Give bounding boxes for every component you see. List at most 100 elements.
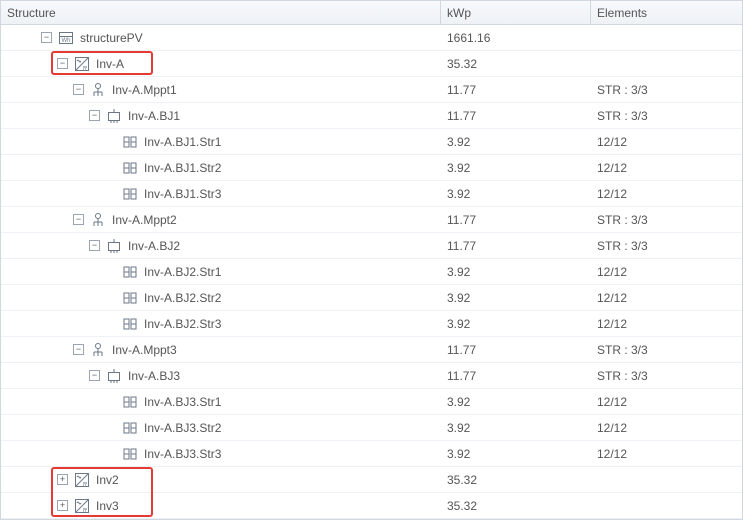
node-label: Inv-A.BJ1.Str2 (144, 155, 221, 180)
cell-structure: Inv-A.BJ3.Str3 (1, 441, 441, 466)
inverter-icon (74, 498, 90, 514)
svg-text:Wh: Wh (62, 38, 71, 44)
node-label: Inv2 (96, 467, 119, 492)
node-label: Inv-A.BJ3.Str1 (144, 389, 221, 414)
collapse-icon[interactable]: − (41, 32, 52, 43)
tree-grid: Structure kWp Elements −WhstructurePV166… (0, 0, 743, 520)
cell-kwp: 3.92 (441, 129, 591, 154)
cell-kwp: 11.77 (441, 77, 591, 102)
expander-spacer (105, 396, 116, 407)
cell-kwp: 35.32 (441, 51, 591, 76)
string-icon (122, 316, 138, 332)
node-label: Inv-A.BJ2.Str1 (144, 259, 221, 284)
tree-row[interactable]: Inv-A.BJ3.Str23.9212/12 (1, 415, 742, 441)
node-label: Inv-A.Mppt2 (112, 207, 177, 232)
string-icon (122, 290, 138, 306)
inverter-icon (74, 56, 90, 72)
node-label: Inv-A.BJ2.Str2 (144, 285, 221, 310)
cell-structure: − Inv-A.BJ1 (1, 103, 441, 128)
cell-elements: 12/12 (591, 259, 742, 284)
tree-row[interactable]: + Inv2 35.32 (1, 467, 742, 493)
cell-kwp: 3.92 (441, 155, 591, 180)
expander-spacer (105, 448, 116, 459)
tree-row[interactable]: −Inv-A.BJ311.77STR : 3/3 (1, 363, 742, 389)
cell-structure: − Inv-A.Mppt2 (1, 207, 441, 232)
tree-row[interactable]: Inv-A.BJ2.Str2 3.9212/12 (1, 285, 742, 311)
collapse-icon[interactable]: − (89, 370, 100, 381)
collapse-icon[interactable]: − (73, 344, 84, 355)
cell-structure: Inv-A.BJ2.Str3 (1, 311, 441, 336)
tree-row[interactable]: − Inv-A.BJ1 11.77STR : 3/3 (1, 103, 742, 129)
tree-row[interactable]: − Inv-A 35.32 (1, 51, 742, 77)
node-label: Inv-A.BJ1 (128, 103, 180, 128)
string-icon (122, 160, 138, 176)
tree-row[interactable]: Inv-A.BJ3.Str13.9212/12 (1, 389, 742, 415)
expander-spacer (105, 318, 116, 329)
expander-spacer (105, 188, 116, 199)
collapse-icon[interactable]: − (73, 214, 84, 225)
cell-structure: Inv-A.BJ1.Str3 (1, 181, 441, 206)
cell-structure: −WhstructurePV (1, 25, 441, 50)
column-headers: Structure kWp Elements (1, 1, 742, 25)
tree-row[interactable]: Inv-A.BJ1.Str33.9212/12 (1, 181, 742, 207)
collapse-icon[interactable]: − (89, 110, 100, 121)
cell-elements: 12/12 (591, 129, 742, 154)
header-structure[interactable]: Structure (1, 1, 441, 24)
cell-structure: Inv-A.BJ1.Str2 (1, 155, 441, 180)
cell-structure: Inv-A.BJ3.Str2 (1, 415, 441, 440)
expand-icon[interactable]: + (57, 500, 68, 511)
cell-kwp: 3.92 (441, 441, 591, 466)
cell-kwp: 35.32 (441, 467, 591, 492)
cell-structure: Inv-A.BJ2.Str1 (1, 259, 441, 284)
cell-kwp: 11.77 (441, 233, 591, 258)
header-elements[interactable]: Elements (591, 1, 742, 24)
cell-elements (591, 493, 742, 518)
cell-structure: − Inv-A.BJ2 (1, 233, 441, 258)
tree-row[interactable]: −Inv-A.Mppt311.77STR : 3/3 (1, 337, 742, 363)
junction-icon (106, 368, 122, 384)
cell-structure: −Inv-A.Mppt1 (1, 77, 441, 102)
expand-icon[interactable]: + (57, 474, 68, 485)
string-icon (122, 264, 138, 280)
string-icon (122, 186, 138, 202)
cell-elements: 12/12 (591, 285, 742, 310)
collapse-icon[interactable]: − (57, 58, 68, 69)
collapse-icon[interactable]: − (89, 240, 100, 251)
cell-elements: STR : 3/3 (591, 233, 742, 258)
expander-spacer (105, 136, 116, 147)
tree-row[interactable]: −Inv-A.Mppt211.77STR : 3/3 (1, 207, 742, 233)
header-kwp[interactable]: kWp (441, 1, 591, 24)
node-label: Inv-A (96, 51, 124, 76)
tree-row[interactable]: −Inv-A.Mppt111.77STR : 3/3 (1, 77, 742, 103)
cell-kwp: 3.92 (441, 285, 591, 310)
cell-structure: −Inv-A.BJ3 (1, 363, 441, 388)
cell-kwp: 11.77 (441, 363, 591, 388)
cell-elements: 12/12 (591, 389, 742, 414)
tree-row[interactable]: Inv-A.BJ2.Str13.9212/12 (1, 259, 742, 285)
tree-row[interactable]: Inv-A.BJ1.Str1 3.9212/12 (1, 129, 742, 155)
tree-row[interactable]: Inv-A.BJ2.Str33.9212/12 (1, 311, 742, 337)
cell-elements: 12/12 (591, 155, 742, 180)
cell-elements (591, 25, 742, 50)
node-label: Inv-A.BJ3.Str2 (144, 415, 221, 440)
collapse-icon[interactable]: − (73, 84, 84, 95)
node-label: Inv-A.BJ2.Str3 (144, 311, 221, 336)
cell-structure: Inv-A.BJ3.Str1 (1, 389, 441, 414)
cell-elements: STR : 3/3 (591, 103, 742, 128)
string-icon (122, 446, 138, 462)
tree-row[interactable]: −WhstructurePV1661.16 (1, 25, 742, 51)
tree-row[interactable]: +Inv335.32 (1, 493, 742, 519)
expander-spacer (105, 422, 116, 433)
tree-row[interactable]: − Inv-A.BJ2 11.77STR : 3/3 (1, 233, 742, 259)
node-label: Inv-A.BJ1.Str1 (144, 129, 221, 154)
cell-elements: STR : 3/3 (591, 77, 742, 102)
cell-structure: Inv-A.BJ2.Str2 (1, 285, 441, 310)
mppt-icon (90, 342, 106, 358)
cell-kwp: 3.92 (441, 181, 591, 206)
tree-row[interactable]: Inv-A.BJ3.Str33.9212/12 (1, 441, 742, 467)
cell-elements: 12/12 (591, 311, 742, 336)
cell-kwp: 11.77 (441, 103, 591, 128)
tree-row[interactable]: Inv-A.BJ1.Str2 3.9212/12 (1, 155, 742, 181)
node-label: Inv-A.BJ2 (128, 233, 180, 258)
cell-elements: 12/12 (591, 181, 742, 206)
